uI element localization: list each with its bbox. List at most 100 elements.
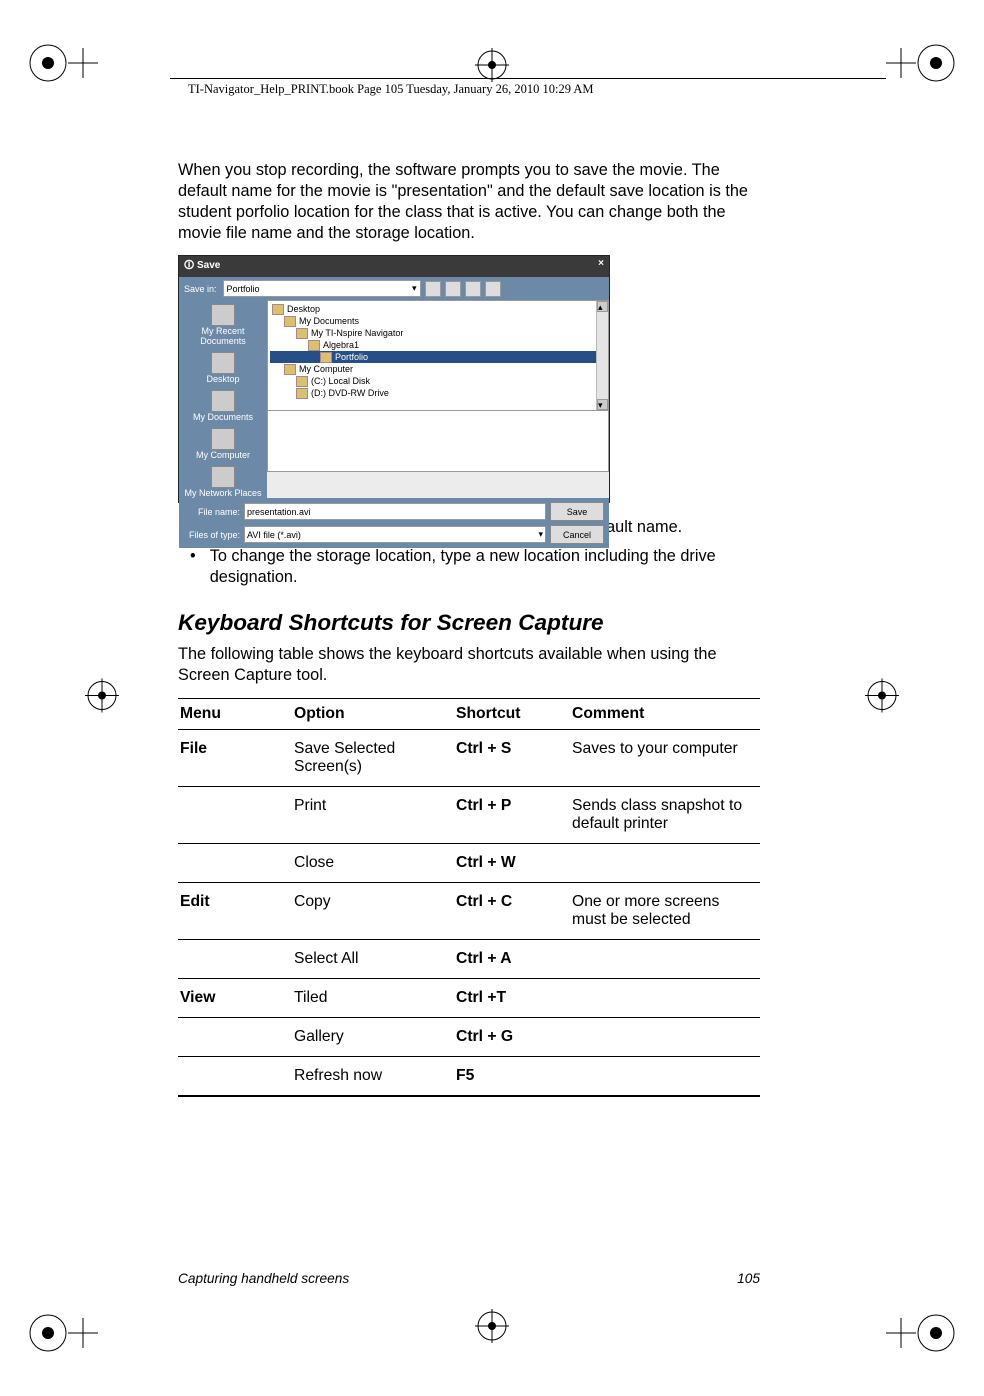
cell-option: Close	[292, 843, 454, 882]
save-in-row: Save in: Portfolio ▾	[179, 277, 609, 300]
cell-comment: Saves to your computer	[570, 729, 760, 786]
tree-item[interactable]: (C:) Local Disk	[270, 375, 606, 387]
col-menu: Menu	[178, 698, 292, 729]
place-desktop[interactable]: Desktop	[206, 352, 239, 384]
files-of-type-label: Files of type:	[184, 530, 240, 540]
save-in-value: Portfolio	[227, 284, 260, 294]
cell-shortcut: Ctrl + P	[454, 786, 570, 843]
close-icon[interactable]: ×	[598, 258, 604, 275]
tree-label: Desktop	[287, 303, 320, 315]
cell-menu	[178, 786, 292, 843]
toolbar-views-icon[interactable]	[485, 281, 501, 297]
table-row: ViewTiledCtrl +T	[178, 978, 760, 1017]
documents-icon	[211, 390, 235, 412]
files-of-type-combo[interactable]: AVI file (*.avi)▾	[244, 526, 546, 543]
col-shortcut: Shortcut	[454, 698, 570, 729]
crop-mark-bottom-right	[886, 1298, 956, 1368]
cell-option: Copy	[292, 882, 454, 939]
registration-mark-left	[85, 679, 119, 718]
cell-shortcut: Ctrl +T	[454, 978, 570, 1017]
bullet-text: To change the storage location, type a n…	[210, 546, 760, 588]
folder-open-icon	[320, 352, 332, 363]
crop-mark-top-right	[886, 28, 956, 98]
place-mydocs[interactable]: My Documents	[193, 390, 253, 422]
save-in-label: Save in:	[184, 284, 217, 294]
place-label: Desktop	[206, 374, 239, 384]
place-label: My Documents	[193, 412, 253, 422]
tree-label: My Computer	[299, 363, 353, 375]
cell-option: Refresh now	[292, 1056, 454, 1096]
cell-comment	[570, 978, 760, 1017]
file-name-input[interactable]: presentation.avi	[244, 503, 546, 520]
cancel-button[interactable]: Cancel	[550, 525, 604, 544]
cell-comment: One or more screens must be selected	[570, 882, 760, 939]
cell-option: Save Selected Screen(s)	[292, 729, 454, 786]
tree-item[interactable]: (D:) DVD-RW Drive	[270, 387, 606, 399]
cell-menu: File	[178, 729, 292, 786]
toolbar-newfolder-icon[interactable]	[465, 281, 481, 297]
dialog-title-text: 🛈 Save	[184, 258, 220, 275]
header-rule	[170, 78, 886, 79]
folder-icon	[211, 304, 235, 326]
tree-item[interactable]: Algebra1	[270, 339, 606, 351]
computer-icon	[284, 364, 296, 375]
disc-icon	[296, 388, 308, 399]
crop-mark-bottom-left	[28, 1298, 98, 1368]
tree-label: My TI-Nspire Navigator	[311, 327, 403, 339]
cell-option: Tiled	[292, 978, 454, 1017]
toolbar-up-icon[interactable]	[445, 281, 461, 297]
network-icon	[211, 466, 235, 488]
tree-item[interactable]: My Documents	[270, 315, 606, 327]
chevron-down-icon: ▾	[412, 283, 417, 294]
toolbar-back-icon[interactable]	[425, 281, 441, 297]
scroll-up-icon[interactable]: ▴	[597, 301, 608, 312]
cell-menu: View	[178, 978, 292, 1017]
table-row: GalleryCtrl + G	[178, 1017, 760, 1056]
crop-mark-top-left	[28, 28, 98, 98]
places-bar: My Recent Documents Desktop My Documents…	[179, 300, 267, 498]
table-row: EditCopyCtrl + COne or more screens must…	[178, 882, 760, 939]
tree-item[interactable]: Desktop	[270, 303, 606, 315]
cell-menu	[178, 1017, 292, 1056]
table-row: Select AllCtrl + A	[178, 939, 760, 978]
cell-comment	[570, 939, 760, 978]
registration-mark-right	[865, 679, 899, 718]
scroll-down-icon[interactable]: ▾	[597, 399, 608, 410]
table-row: PrintCtrl + PSends class snapshot to def…	[178, 786, 760, 843]
tree-label: Algebra1	[323, 339, 359, 351]
section-heading: Keyboard Shortcuts for Screen Capture	[178, 610, 760, 636]
col-option: Option	[292, 698, 454, 729]
footer-chapter: Capturing handheld screens	[178, 1271, 349, 1286]
place-label: My Recent Documents	[179, 326, 267, 346]
desktop-icon	[211, 352, 235, 374]
tree-item[interactable]: My Computer	[270, 363, 606, 375]
place-recent[interactable]: My Recent Documents	[179, 304, 267, 346]
filename-row: File name: presentation.avi Save	[179, 498, 609, 525]
list-item: • To change the storage location, type a …	[190, 546, 760, 588]
disk-icon	[296, 376, 308, 387]
scrollbar[interactable]: ▴ ▾	[596, 301, 608, 410]
save-in-combo[interactable]: Portfolio ▾	[223, 280, 421, 297]
folder-tree[interactable]: Desktop My Documents My TI-Nspire Naviga…	[267, 300, 609, 411]
cell-menu	[178, 1056, 292, 1096]
folder-icon	[296, 328, 308, 339]
table-row: CloseCtrl + W	[178, 843, 760, 882]
table-header-row: Menu Option Shortcut Comment	[178, 698, 760, 729]
place-mycomputer[interactable]: My Computer	[196, 428, 250, 460]
computer-icon	[211, 428, 235, 450]
tree-item-selected[interactable]: Portfolio	[270, 351, 606, 363]
tree-item[interactable]: My TI-Nspire Navigator	[270, 327, 606, 339]
place-network[interactable]: My Network Places	[184, 466, 261, 498]
cell-comment	[570, 1056, 760, 1096]
cell-comment	[570, 1017, 760, 1056]
bullet-icon: •	[190, 546, 196, 588]
cell-menu: Edit	[178, 882, 292, 939]
cell-option: Gallery	[292, 1017, 454, 1056]
place-label: My Network Places	[184, 488, 261, 498]
tree-label: (D:) DVD-RW Drive	[311, 387, 389, 399]
page-footer: Capturing handheld screens 105	[178, 1271, 760, 1286]
save-button[interactable]: Save	[550, 502, 604, 521]
file-name-label: File name:	[184, 507, 240, 517]
table-row: FileSave Selected Screen(s)Ctrl + SSaves…	[178, 729, 760, 786]
cell-shortcut: Ctrl + C	[454, 882, 570, 939]
